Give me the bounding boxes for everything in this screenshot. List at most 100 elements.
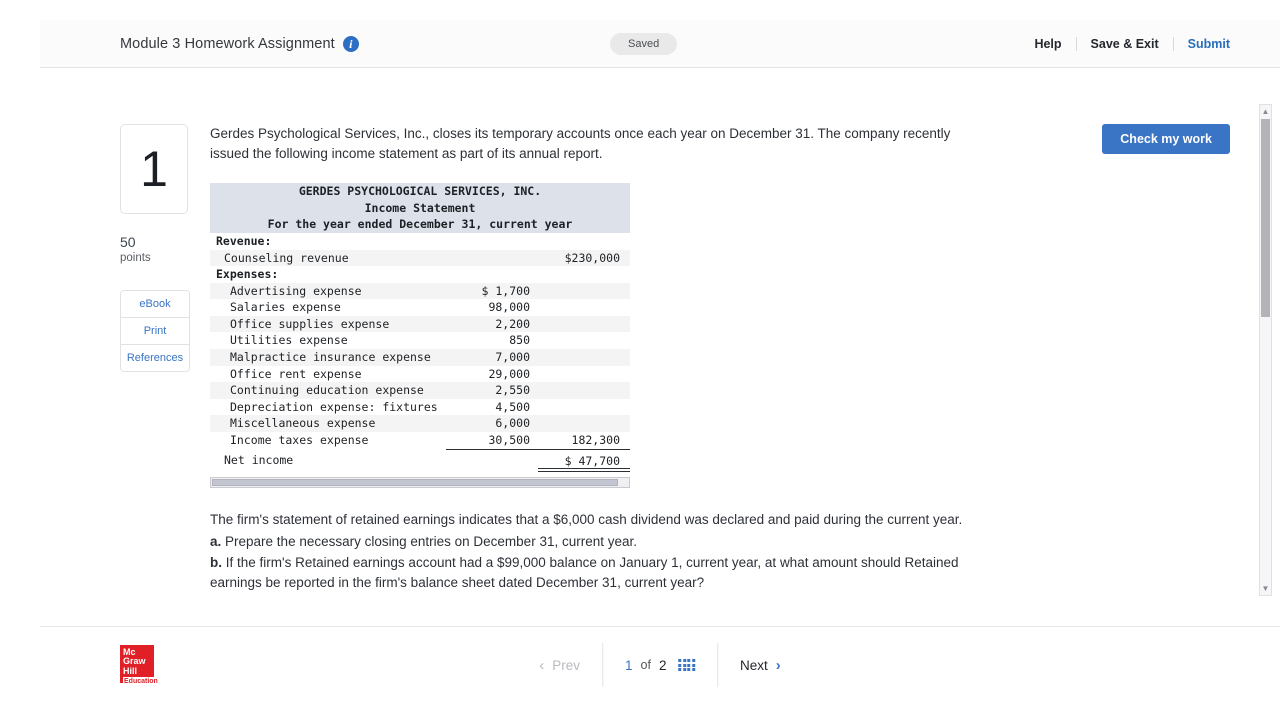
page-indicator: 1 of 2 [603, 643, 718, 687]
expense-amount: 6,000 [495, 416, 530, 431]
revenue-label: Counseling revenue [224, 250, 349, 265]
empty-cell [538, 415, 630, 432]
net-income-label: Net income [224, 453, 294, 468]
scrollbar-thumb[interactable] [1261, 119, 1270, 317]
empty-cell [538, 266, 630, 283]
scrollbar-thumb[interactable] [212, 479, 618, 487]
table-row: Revenue: [210, 233, 630, 250]
question-b-text: If the firm's Retained earnings account … [210, 555, 959, 590]
table-row: Miscellaneous expense 6,000 [210, 415, 630, 433]
info-icon[interactable]: i [342, 35, 359, 52]
empty-cell [538, 316, 630, 333]
print-button[interactable]: Print [121, 318, 189, 345]
points-value: 50 [120, 234, 136, 250]
table-row: Utilities expense 850 [210, 332, 630, 349]
table-row: Malpractice insurance expense 7,000 [210, 349, 630, 366]
question-rail: 1 50 points eBook Print References [120, 124, 190, 372]
intro-paragraph: Gerdes Psychological Services, Inc., clo… [210, 126, 951, 161]
dividend-note-paragraph: The firm's statement of retained earning… [210, 512, 963, 528]
table-row: Continuing education expense 2,550 [210, 382, 630, 399]
points-label: points [120, 252, 151, 264]
expense-amount: 29,000 [488, 366, 530, 381]
empty-cell [538, 283, 630, 300]
expense-amount: 7,000 [495, 350, 530, 365]
question-number: 1 [140, 141, 168, 197]
question-b-letter: b. [210, 555, 222, 571]
expense-label: Continuing education expense [230, 383, 424, 398]
scroll-up-arrow-icon[interactable]: ▲ [1260, 105, 1271, 118]
empty-cell [538, 332, 630, 349]
current-page: 1 [625, 657, 633, 673]
expense-label: Miscellaneous expense [230, 416, 376, 431]
revenue-header: Revenue: [216, 233, 272, 248]
header-title-group: Module 3 Homework Assignment i [120, 35, 359, 52]
statement-title-line1: GERDES PSYCHOLOGICAL SERVICES, INC. [210, 183, 630, 200]
scroll-down-arrow-icon[interactable]: ▼ [1260, 582, 1271, 595]
expense-amount: $ 1,700 [481, 283, 530, 298]
table-row: Salaries expense 98,000 [210, 299, 630, 316]
question-a: a. Prepare the necessary closing entries… [210, 532, 965, 552]
net-income-amount: $ 47,700 [538, 449, 630, 472]
prev-button[interactable]: ‹ Prev [517, 643, 604, 687]
content-vertical-scrollbar[interactable]: ▲ ▼ [1259, 104, 1272, 596]
next-label: Next [739, 657, 768, 673]
expenses-header: Expenses: [216, 267, 279, 282]
expense-amount: 30,500 [446, 432, 538, 450]
table-row: Office rent expense 29,000 [210, 366, 630, 383]
table-row: Advertising expense $ 1,700 [210, 282, 630, 300]
expense-label: Office rent expense [230, 366, 362, 381]
assignment-app: Module 3 Homework Assignment i Saved Hel… [40, 20, 1280, 708]
expense-label: Salaries expense [230, 300, 341, 315]
expense-rows: Advertising expense $ 1,700 Salaries expen… [210, 282, 630, 450]
app-footer: Mc Graw Hill Education ‹ Prev 1 of 2 Nex… [40, 626, 1280, 708]
help-button[interactable]: Help [1020, 36, 1077, 51]
chevron-right-icon: › [775, 656, 781, 674]
table-horizontal-scrollbar[interactable] [210, 477, 630, 489]
empty-cell [446, 233, 538, 250]
expense-label: Office supplies expense [230, 316, 390, 331]
income-statement-wrapper: GERDES PSYCHOLOGICAL SERVICES, INC. Inco… [210, 183, 630, 489]
save-and-exit-button[interactable]: Save & Exit [1077, 36, 1174, 51]
pagination: ‹ Prev 1 of 2 Next › [517, 643, 803, 687]
table-row: Income taxes expense 30,500 182,300 [210, 432, 630, 450]
net-income-row: Net income $ 47,700 [210, 449, 630, 472]
empty-cell [446, 449, 538, 469]
ebook-button[interactable]: eBook [121, 291, 189, 318]
income-statement-table: GERDES PSYCHOLOGICAL SERVICES, INC. Inco… [210, 183, 630, 472]
table-row: Expenses: [210, 266, 630, 283]
empty-cell [538, 382, 630, 399]
rail-button-group: eBook Print References [120, 290, 190, 372]
empty-cell [538, 399, 630, 416]
app-header: Module 3 Homework Assignment i Saved Hel… [40, 20, 1280, 68]
logo-line-4: Education [123, 677, 159, 687]
empty-cell [446, 266, 538, 283]
empty-cell [538, 299, 630, 316]
chevron-left-icon: ‹ [539, 656, 545, 674]
expense-label: Income taxes expense [230, 433, 369, 448]
grid-menu-icon[interactable] [678, 659, 695, 671]
prev-label: Prev [552, 657, 581, 673]
empty-cell [538, 349, 630, 366]
expense-label: Utilities expense [230, 333, 348, 348]
statement-title-line2: Income Statement [210, 199, 630, 217]
empty-cell [446, 250, 538, 267]
question-a-text: Prepare the necessary closing entries on… [225, 533, 637, 549]
question-a-letter: a. [210, 533, 222, 549]
page-title: Module 3 Homework Assignment [120, 35, 335, 52]
references-button[interactable]: References [121, 345, 189, 371]
empty-cell [538, 366, 630, 383]
expense-amount: 98,000 [488, 300, 530, 315]
expense-amount: 2,550 [495, 383, 530, 398]
expense-amount: 850 [509, 333, 530, 348]
expense-amount: 4,500 [495, 399, 530, 414]
question-number-box: 1 [120, 124, 188, 214]
table-row: Office supplies expense 2,200 [210, 315, 630, 333]
statement-title-line3: For the year ended December 31, current … [210, 216, 630, 233]
expense-label: Depreciation expense: fixtures [230, 399, 438, 414]
submit-button[interactable]: Submit [1174, 37, 1230, 51]
statement-title-row-1: GERDES PSYCHOLOGICAL SERVICES, INC. [210, 183, 630, 200]
statement-title-row-2: Income Statement [210, 199, 630, 217]
next-button[interactable]: Next › [718, 643, 803, 687]
total-expenses: 182,300 [538, 432, 630, 450]
empty-cell [538, 233, 630, 250]
